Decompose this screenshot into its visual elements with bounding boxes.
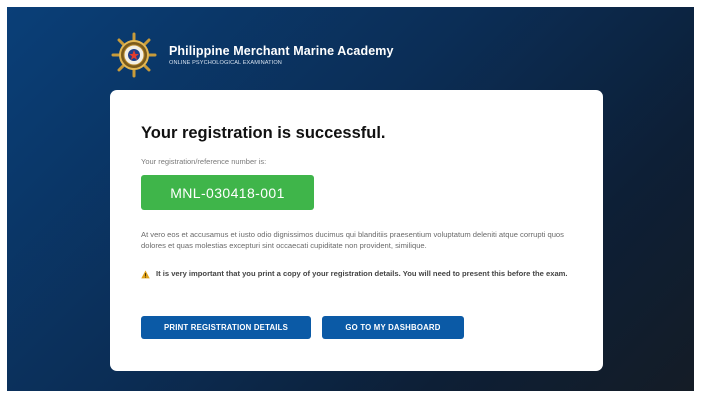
registration-card: Your registration is successful. Your re… (110, 90, 603, 371)
brand-block: Philippine Merchant Marine Academy ONLIN… (169, 44, 394, 66)
print-warning: It is very important that you print a co… (141, 269, 581, 280)
brand-subtitle: ONLINE PSYCHOLOGICAL EXAMINATION (169, 60, 282, 66)
reference-number-badge: MNL-030418-001 (141, 175, 314, 210)
brand-title: Philippine Merchant Marine Academy (169, 44, 394, 58)
go-to-dashboard-button[interactable]: GO TO MY DASHBOARD (322, 316, 464, 339)
warning-icon (141, 270, 150, 279)
print-registration-button[interactable]: PRINT REGISTRATION DETAILS (141, 316, 311, 339)
success-heading: Your registration is successful. (141, 124, 386, 142)
reference-label: Your registration/reference number is: (141, 157, 267, 166)
site-header: Philippine Merchant Marine Academy ONLIN… (111, 31, 394, 79)
info-paragraph: At vero eos et accusamus et iusto odio d… (141, 230, 564, 250)
academy-seal-icon (111, 32, 157, 78)
warning-text: It is very important that you print a co… (156, 269, 568, 278)
page-background: Philippine Merchant Marine Academy ONLIN… (7, 7, 694, 391)
